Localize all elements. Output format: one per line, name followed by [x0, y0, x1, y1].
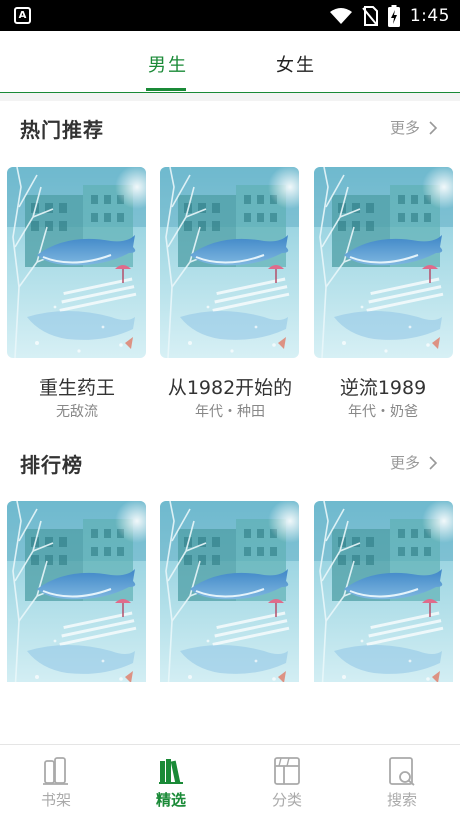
nav-item-category[interactable]: 分类 [257, 755, 317, 810]
ranking-section-title: 排行榜 [20, 453, 83, 477]
book-subtitle: 无敌流 [56, 404, 98, 420]
bottom-navigation: 书架 精选 分类 搜索 [0, 744, 460, 817]
ranking-more-link[interactable]: 更多 [390, 452, 440, 473]
book-subtitle: 年代・奶爸 [348, 404, 418, 420]
hot-more-link[interactable]: 更多 [390, 117, 440, 138]
book-title[interactable]: 重生药王 [2, 373, 152, 400]
nav-label-featured: 精选 [155, 791, 186, 809]
book-title[interactable]: 逆流1989 [308, 373, 458, 400]
tab-male[interactable]: 男生 [148, 51, 188, 77]
book-cover[interactable] [160, 501, 299, 682]
hot-section-title: 热门推荐 [20, 118, 104, 142]
featured-books-icon [159, 759, 183, 784]
tab-female[interactable]: 女生 [276, 51, 316, 77]
book-subtitle: 年代・种田 [195, 404, 265, 420]
hot-more-label: 更多 [389, 119, 420, 137]
wifi-icon [329, 7, 352, 24]
section-divider [0, 93, 460, 101]
book-cover[interactable] [314, 167, 453, 358]
book-cover[interactable] [7, 167, 146, 358]
nav-label-bookshelf: 书架 [40, 791, 71, 809]
status-bar: A 1:45 [0, 0, 460, 31]
ranking-more-label: 更多 [389, 454, 420, 472]
nav-item-featured[interactable]: 精选 [141, 755, 201, 810]
no-sim-icon [362, 5, 378, 26]
app-notification-icon: A [14, 7, 31, 24]
status-time: 1:45 [409, 5, 450, 26]
book-cover[interactable] [314, 501, 453, 682]
tab-active-indicator [146, 88, 186, 91]
nav-label-category: 分类 [271, 791, 302, 809]
gender-tabbar: 男生 女生 [0, 31, 460, 93]
nav-label-search: 搜索 [386, 791, 417, 809]
chevron-right-icon [429, 455, 438, 470]
search-book-icon [389, 757, 415, 786]
book-cover[interactable] [160, 167, 299, 358]
category-icon [274, 757, 300, 785]
battery-charging-icon [387, 4, 400, 27]
book-title[interactable]: 从1982开始的 [155, 373, 305, 400]
chevron-right-icon [429, 120, 438, 135]
nav-item-search[interactable]: 搜索 [372, 755, 432, 810]
bookshelf-icon [43, 757, 68, 785]
nav-item-bookshelf[interactable]: 书架 [26, 755, 86, 810]
book-cover[interactable] [7, 501, 146, 682]
